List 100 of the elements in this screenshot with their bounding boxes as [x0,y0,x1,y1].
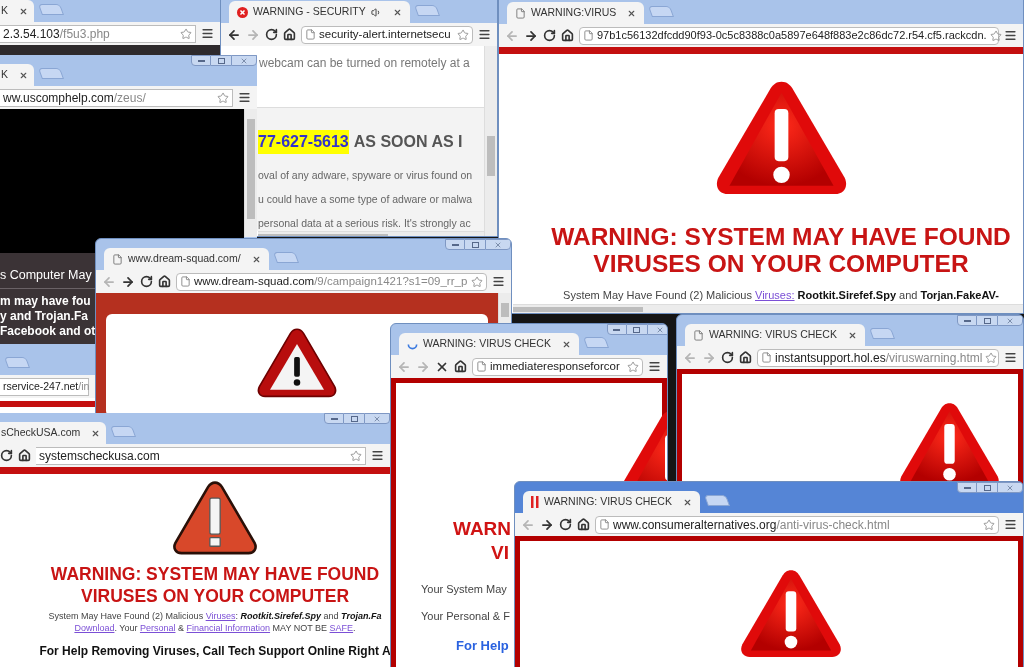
page-heading: s Computer May [0,267,92,284]
forward-icon[interactable] [540,517,554,532]
link[interactable]: Personal [139,623,176,633]
warning-text: oval of any adware, spyware or virus found on [258,168,473,183]
close-icon[interactable] [847,330,857,340]
close-icon[interactable] [19,70,28,80]
home-icon[interactable] [739,351,752,364]
home-icon[interactable] [158,275,171,288]
maximize-button[interactable] [977,482,997,493]
browser-tab[interactable]: WARNING: VIRUS CHECK [523,491,700,513]
home-icon[interactable] [577,518,590,531]
menu-icon[interactable] [371,449,384,462]
address-bar[interactable]: 97b1c56132dfcdd90f93-0c5c8388c0a5897e648f883e2c86dc72.r54.cf5.rackcdn. [579,26,999,45]
bookmark-star-icon[interactable] [217,91,229,104]
bookmark-star-icon[interactable] [180,27,192,40]
address-bar[interactable]: www.dream-squad.com/9/campaign1421?s1=09_rr_p [176,272,487,291]
close-icon[interactable] [91,428,101,438]
address-bar[interactable]: www.consumeralternatives.org/anti-virus-check.html [595,515,999,534]
home-icon[interactable] [18,449,31,462]
maximize-button[interactable] [211,55,231,66]
bookmark-star-icon[interactable] [983,518,995,531]
maximize-button[interactable] [977,315,997,326]
close-icon[interactable] [627,8,637,18]
home-icon[interactable] [283,28,296,41]
link[interactable]: Financial Information [186,623,271,633]
address-bar[interactable]: instantsupport.hol.es/viruswarning.html [757,348,999,367]
address-bar[interactable]: immediateresponseforcor [472,357,643,376]
close-button[interactable] [646,324,667,335]
help-text: For Help Removing Viruses, Call Tech Support Online Right A [39,643,390,660]
reload-icon[interactable] [0,449,13,462]
address-bar[interactable]: 2.3.54.103/f5u3.php [0,24,196,43]
video-player[interactable] [0,109,244,253]
browser-tab[interactable]: K [0,0,34,22]
reload-icon[interactable] [721,351,734,364]
bookmark-star-icon[interactable] [989,29,1002,42]
close-button[interactable] [364,413,390,424]
reload-icon[interactable] [559,518,572,531]
close-icon[interactable] [392,7,402,17]
minimize-button[interactable] [324,413,344,424]
browser-tab[interactable]: sCheckUSA.com [0,422,107,444]
address-bar[interactable]: security-alert.internetsecu [301,25,473,44]
address-bar[interactable]: ww.uscomphelp.com/zeus/ [0,88,233,107]
bookmark-star-icon[interactable] [457,28,469,41]
page-icon [599,519,610,530]
browser-tab[interactable]: WARNING - SECURITY [229,1,410,23]
bookmark-star-icon[interactable] [350,449,362,462]
maximize-button[interactable] [465,239,485,250]
close-icon [240,56,248,65]
phone-number: 77-627-5613 [258,130,349,154]
maximize-button[interactable] [626,324,647,335]
address-bar[interactable]: systemscheckusa.com [36,446,366,465]
home-icon[interactable] [561,29,574,42]
new-tab-button[interactable] [703,495,730,506]
scrollbar[interactable] [513,303,1023,313]
browser-tab[interactable]: K [0,64,34,86]
menu-icon[interactable] [648,360,661,373]
close-icon[interactable] [561,339,571,349]
close-button[interactable] [997,482,1023,493]
forward-icon[interactable] [121,274,135,289]
menu-icon[interactable] [492,275,505,288]
warning-text: System May Have Found (2) Malicious Viruses: Rootkit.Sirefef.Spy and Torjan.FakeAV- [563,288,999,303]
back-icon[interactable] [227,27,241,42]
link[interactable]: Viruses: [755,289,795,301]
scrollbar[interactable] [244,109,257,237]
scrollbar[interactable] [498,293,511,323]
menu-icon[interactable] [1004,518,1017,531]
close-icon [1006,316,1014,325]
menu-icon[interactable] [1004,29,1017,42]
close-button[interactable] [997,315,1023,326]
bookmark-star-icon[interactable] [627,360,639,373]
menu-icon[interactable] [478,28,491,41]
home-icon[interactable] [454,360,467,373]
reload-icon[interactable] [543,29,556,42]
minimize-button[interactable] [606,324,627,335]
bookmark-star-icon[interactable] [471,275,483,288]
browser-tab[interactable]: www.dream-squad.com/ [104,248,269,270]
minimize-button[interactable] [957,482,977,493]
close-button[interactable] [485,239,511,250]
minimize-button[interactable] [445,239,465,250]
minimize-button[interactable] [191,55,211,66]
menu-icon[interactable] [201,27,214,40]
browser-tab[interactable]: WARNING: VIRUS CHECK [685,324,865,346]
minimize-button[interactable] [957,315,977,326]
page-icon [761,352,772,363]
menu-icon[interactable] [1004,351,1017,364]
reload-icon[interactable] [140,275,153,288]
close-icon[interactable] [682,497,692,507]
link[interactable]: Viruses [205,611,236,621]
close-button[interactable] [231,55,257,66]
maximize-button[interactable] [344,413,364,424]
bookmark-star-icon[interactable] [985,351,998,364]
browser-tab[interactable]: WARNING: VIRUS CHECK [399,333,579,355]
scrollbar[interactable] [484,46,497,236]
menu-icon[interactable] [238,91,251,104]
reload-icon[interactable] [265,28,278,41]
forward-icon[interactable] [524,28,538,43]
close-icon[interactable] [251,254,261,264]
warning-text: personal data at a serious risk. It's strongly ac [258,215,471,231]
close-icon[interactable] [19,6,28,16]
browser-tab[interactable]: WARNING:VIRUS [507,2,645,24]
